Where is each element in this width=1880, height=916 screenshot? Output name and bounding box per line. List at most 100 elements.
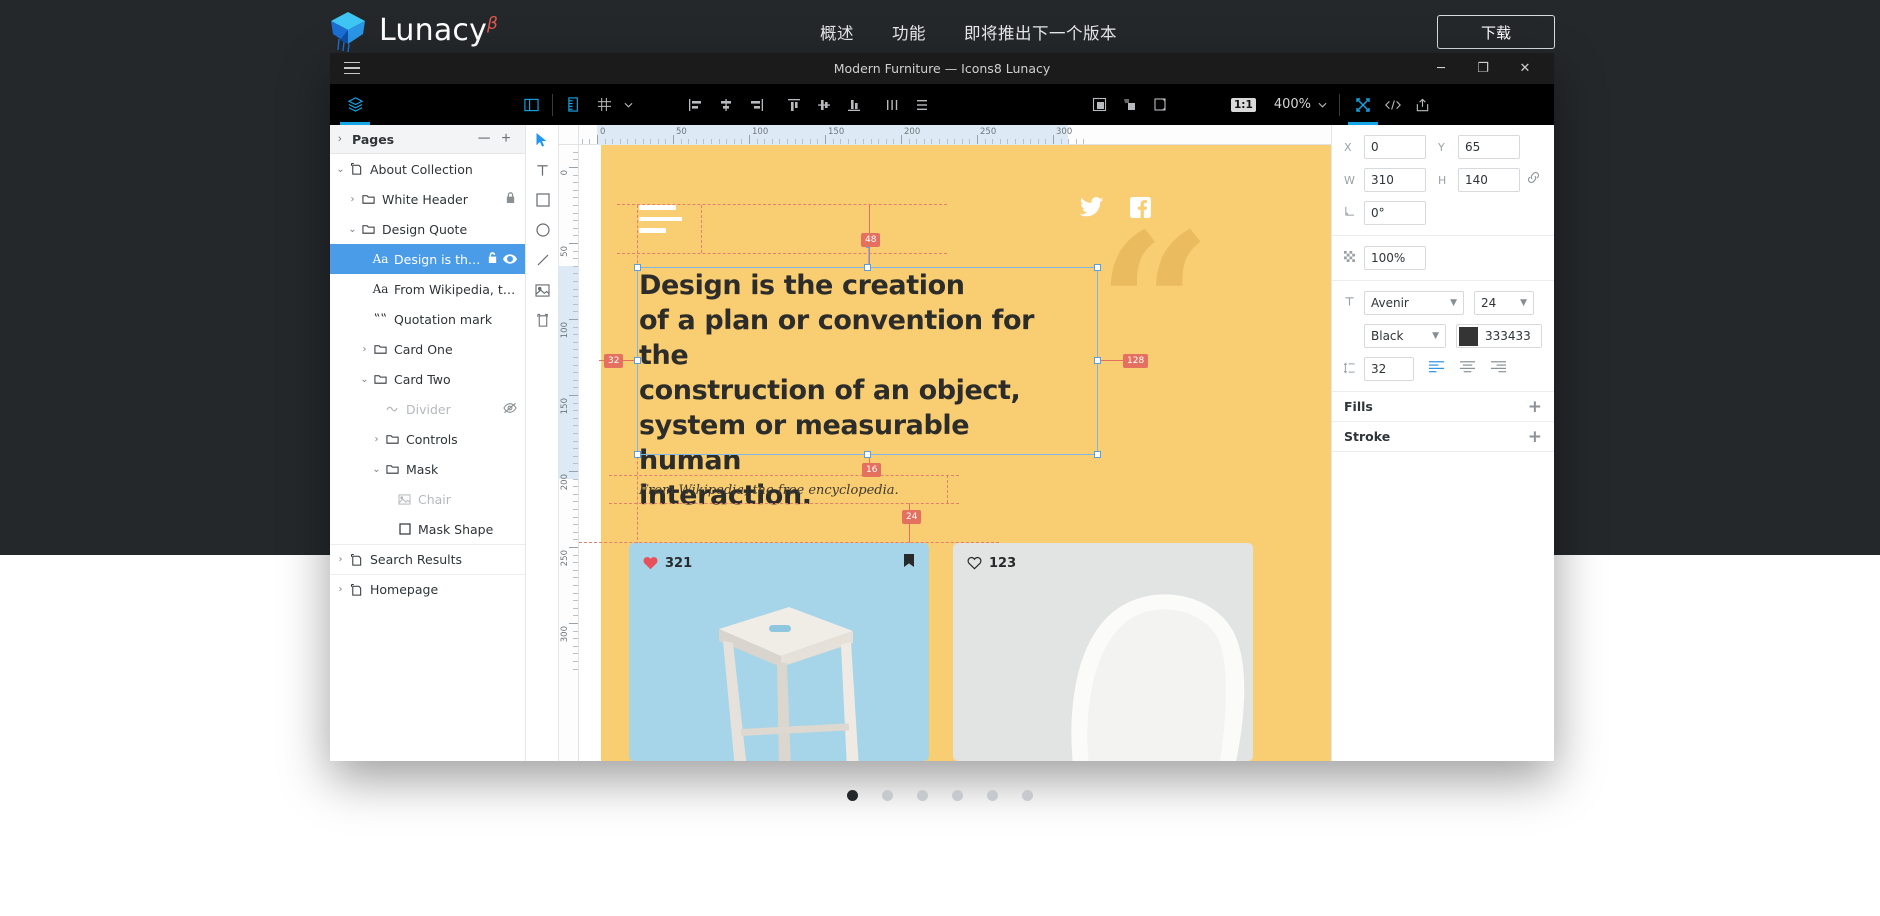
align-right-icon[interactable]	[741, 90, 771, 120]
carousel-dot-3[interactable]	[917, 790, 928, 801]
layer-row-chair[interactable]: Chair	[330, 484, 525, 514]
layer-caret-icon[interactable]: ⌄	[334, 164, 347, 175]
line-height-input[interactable]	[1364, 357, 1414, 381]
canvas-area[interactable]: 0 50 100 150 200 250 300 0 50 100 150 200 250 300 “ …	[559, 125, 1331, 761]
font-family-select[interactable]: Avenir ▼	[1364, 291, 1464, 315]
opacity-input[interactable]	[1364, 246, 1426, 270]
window-maximize-button[interactable]: ❐	[1462, 53, 1504, 84]
handle-right-middle[interactable]	[1094, 357, 1101, 364]
ruler-icon[interactable]	[559, 90, 589, 120]
grid-icon[interactable]	[589, 90, 619, 120]
carousel-dot-1[interactable]	[847, 790, 858, 801]
text-tool-icon[interactable]	[526, 155, 559, 185]
text-color-picker[interactable]: 333433	[1456, 324, 1542, 348]
app-menu-icon[interactable]	[344, 62, 360, 75]
layer-caret-icon[interactable]: ›	[334, 554, 347, 565]
distribute-v-icon[interactable]	[907, 90, 937, 120]
hidden-eye-icon[interactable]	[501, 402, 519, 417]
layer-row-mask-shape[interactable]: Mask Shape	[330, 514, 525, 544]
zoom-chevron-down-icon[interactable]	[1315, 90, 1331, 120]
flatten-icon[interactable]	[1115, 90, 1145, 120]
card-two-likes[interactable]: 123	[967, 556, 1016, 571]
vertical-ruler[interactable]: 0 50 100 150 200 250 300	[559, 145, 579, 761]
nav-link-coming-soon[interactable]: 即将推出下一个版本	[964, 20, 1117, 44]
window-minimize-button[interactable]: ─	[1420, 53, 1462, 84]
align-text-center-icon[interactable]	[1459, 360, 1476, 378]
layer-caret-icon[interactable]: ⌄	[370, 464, 383, 475]
layer-row-quotation-mark[interactable]: ‟‟ Quotation mark	[330, 304, 525, 334]
handle-top-middle[interactable]	[863, 264, 871, 271]
align-bottom-icon[interactable]	[839, 90, 869, 120]
artboard[interactable]: “ Design is the creation of a plan or con…	[579, 145, 1331, 761]
layer-row-white-header[interactable]: › White Header	[330, 184, 525, 214]
artboard-tool-icon[interactable]	[526, 305, 559, 335]
align-text-right-icon[interactable]	[1490, 360, 1507, 378]
layer-caret-icon[interactable]: ›	[334, 584, 347, 595]
align-center-h-icon[interactable]	[711, 90, 741, 120]
horizontal-ruler[interactable]: 0 50 100 150 200 250 300	[559, 125, 1331, 145]
card-one-likes[interactable]: 321	[643, 556, 692, 571]
card-two[interactable]: 123	[953, 543, 1253, 761]
handle-top-left[interactable]	[634, 264, 641, 271]
window-close-button[interactable]: ✕	[1504, 53, 1546, 84]
layer-row-search-results[interactable]: › Search Results	[330, 544, 525, 574]
layer-row-about-collection[interactable]: ⌄ About Collection	[330, 154, 525, 184]
y-input[interactable]	[1458, 135, 1520, 159]
rectangle-tool-icon[interactable]	[526, 185, 559, 215]
layer-row-divider[interactable]: Divider	[330, 394, 525, 424]
layer-row-mask[interactable]: ⌄ Mask	[330, 454, 525, 484]
layer-row-card-one[interactable]: › Card One	[330, 334, 525, 364]
lock-icon[interactable]	[501, 191, 519, 207]
carousel-dot-6[interactable]	[1022, 790, 1033, 801]
boolean-icon[interactable]	[1145, 90, 1175, 120]
carousel-dot-4[interactable]	[952, 790, 963, 801]
layer-row-design-is-the-crea[interactable]: Aa Design is the crea…	[330, 244, 525, 274]
width-input[interactable]	[1364, 168, 1426, 192]
carousel-dot-2[interactable]	[882, 790, 893, 801]
layer-row-design-quote[interactable]: ⌄ Design Quote	[330, 214, 525, 244]
height-input[interactable]	[1458, 168, 1520, 192]
handle-bottom-left[interactable]	[634, 451, 641, 458]
eye-icon[interactable]	[501, 252, 519, 267]
handle-left-middle[interactable]	[634, 357, 641, 364]
chevron-down-icon[interactable]	[619, 90, 637, 120]
add-fill-button[interactable]: +	[1528, 397, 1542, 417]
distribute-h-icon[interactable]	[877, 90, 907, 120]
handle-bottom-middle[interactable]	[863, 451, 871, 458]
export-icon[interactable]	[1408, 90, 1438, 120]
twitter-icon[interactable]	[1079, 197, 1104, 223]
layers-icon[interactable]	[340, 90, 370, 125]
font-size-select[interactable]: 24 ▼	[1474, 291, 1534, 315]
pages-add-button[interactable]: +	[495, 128, 517, 150]
add-stroke-button[interactable]: +	[1528, 427, 1542, 447]
facebook-icon[interactable]	[1130, 197, 1151, 223]
layer-caret-icon[interactable]: ⌄	[358, 374, 371, 385]
artboard-hamburger-icon[interactable]	[639, 205, 682, 240]
download-button[interactable]: 下载	[1437, 15, 1555, 49]
align-middle-v-icon[interactable]	[809, 90, 839, 120]
image-tool-icon[interactable]	[526, 275, 559, 305]
bookmark-filled-icon[interactable]	[903, 553, 915, 573]
link-proportions-icon[interactable]	[1526, 170, 1541, 190]
handle-top-right[interactable]	[1094, 264, 1101, 271]
layer-caret-icon[interactable]: ⌄	[346, 224, 359, 235]
zoom-ratio-badge[interactable]: 1:1	[1231, 97, 1256, 112]
layer-caret-icon[interactable]: ›	[358, 344, 371, 355]
align-text-left-icon[interactable]	[1428, 360, 1445, 378]
zoom-level-label[interactable]: 400%	[1270, 97, 1315, 112]
layer-caret-icon[interactable]: ›	[346, 194, 359, 205]
mask-icon[interactable]	[1085, 90, 1115, 120]
code-icon[interactable]	[1378, 90, 1408, 120]
cursor-tool-icon[interactable]	[526, 125, 559, 155]
selection-box[interactable]	[634, 237, 1101, 458]
pages-collapse-caret-icon[interactable]: ›	[338, 133, 352, 145]
fullscreen-icon[interactable]	[1347, 90, 1378, 125]
brand[interactable]: Lunacyβ	[327, 8, 498, 53]
handle-bottom-right[interactable]	[1094, 451, 1101, 458]
align-top-icon[interactable]	[779, 90, 809, 120]
nav-link-features[interactable]: 功能	[892, 20, 926, 44]
panel-toggle-icon[interactable]	[516, 90, 546, 120]
card-one[interactable]: 321	[629, 543, 929, 761]
unlock-icon[interactable]	[483, 251, 501, 267]
nav-link-overview[interactable]: 概述	[820, 20, 854, 44]
